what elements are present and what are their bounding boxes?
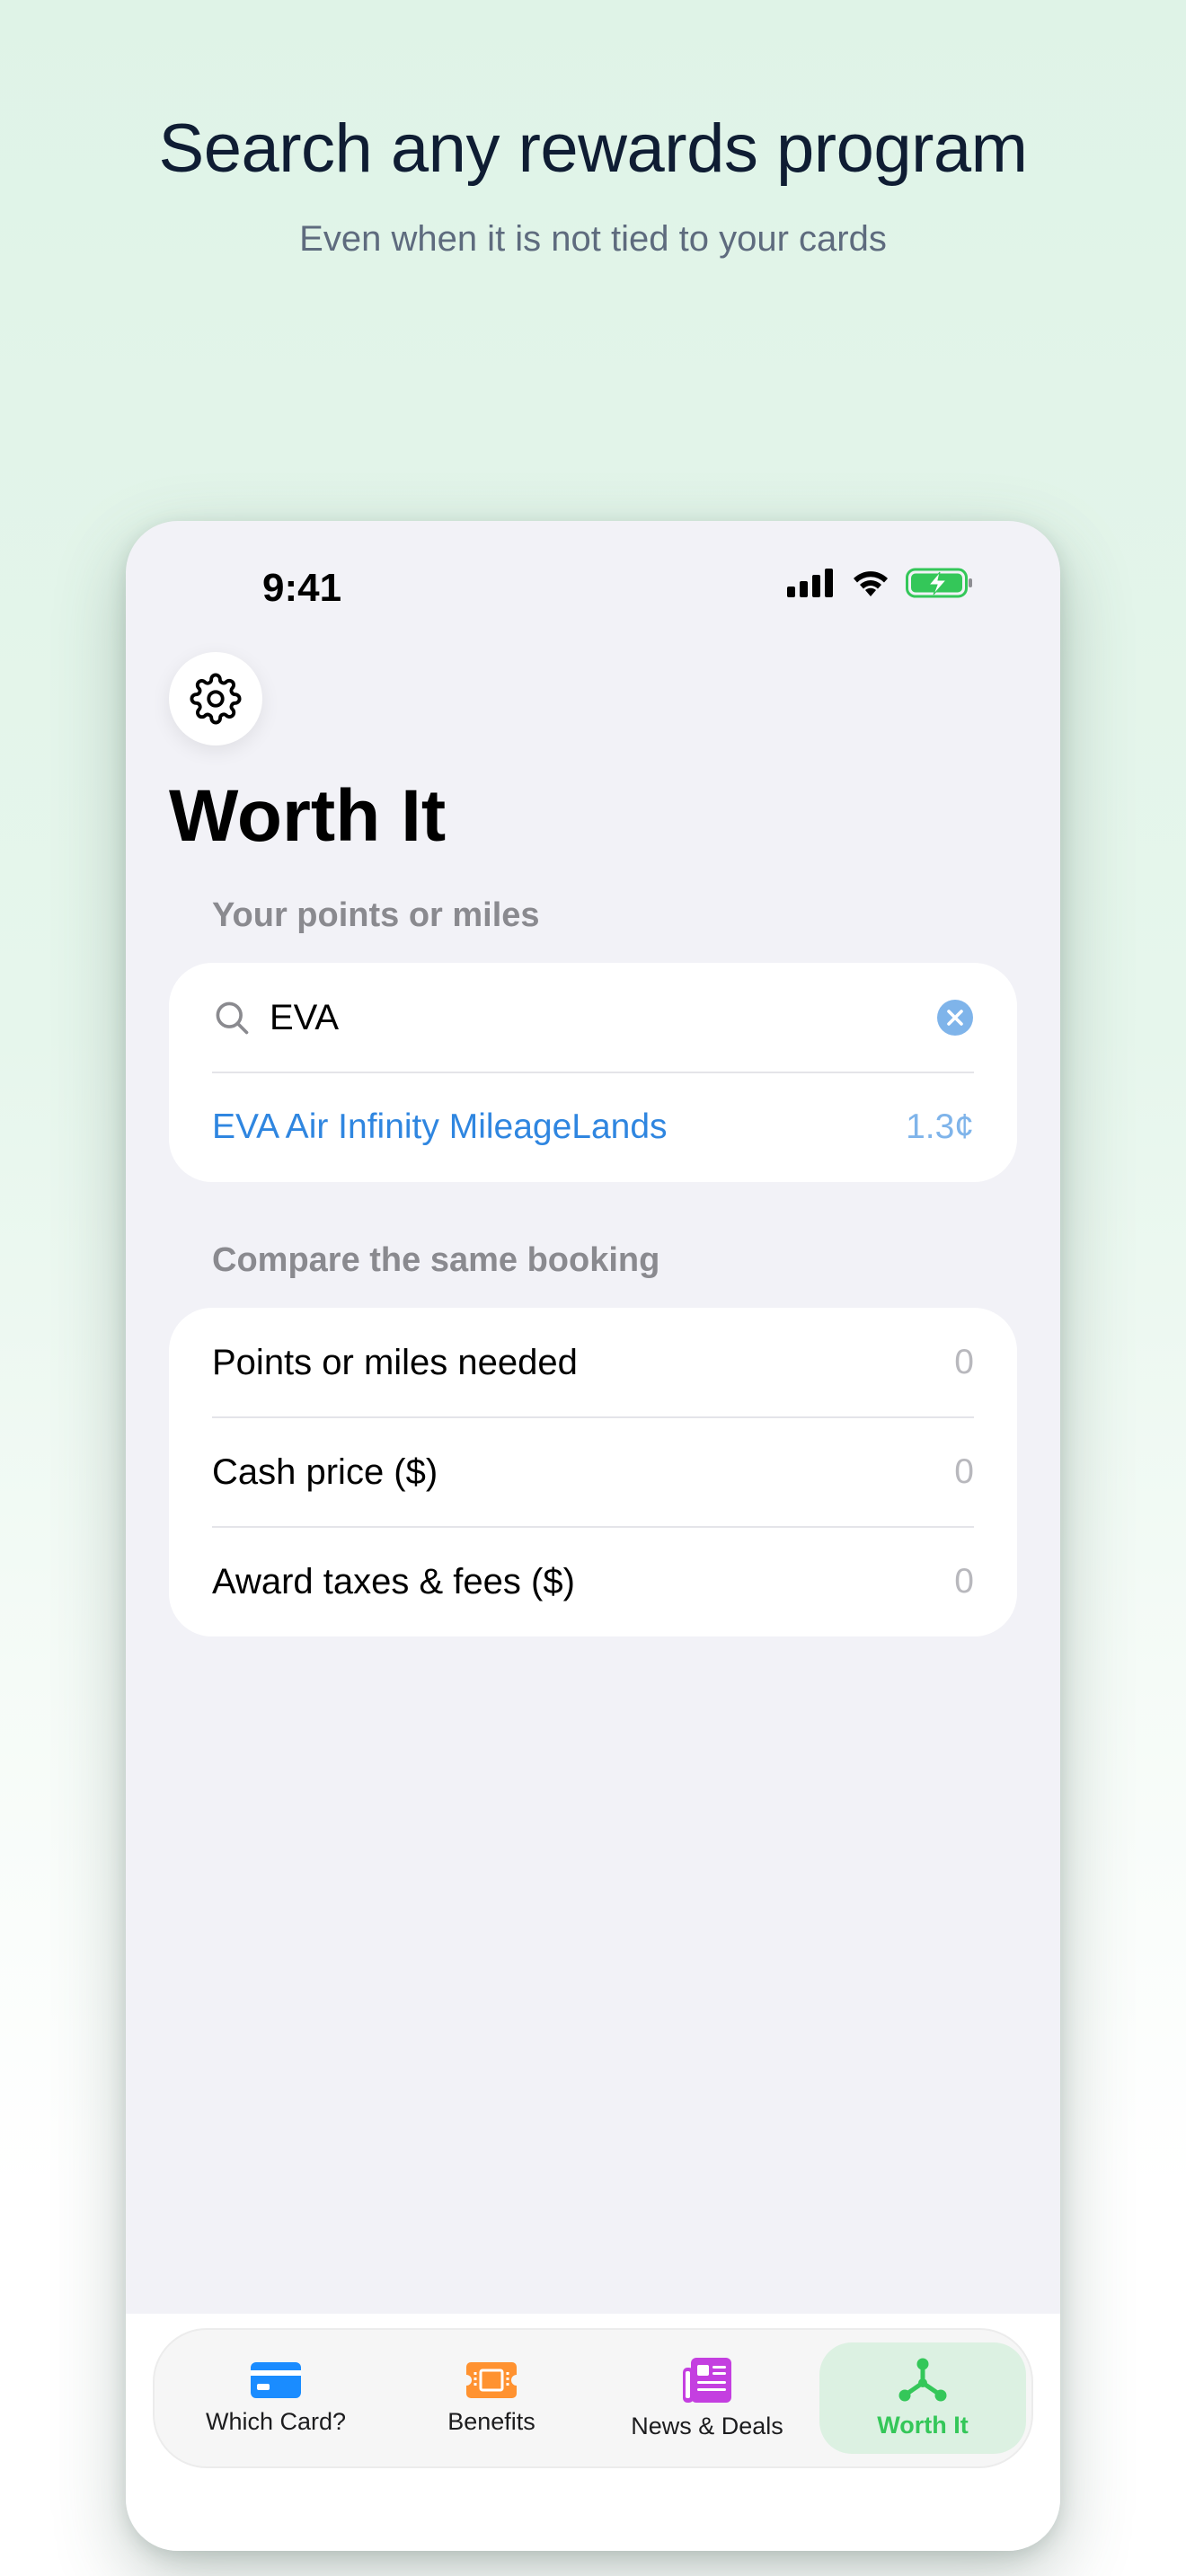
cash-price-label: Cash price ($) xyxy=(212,1451,438,1492)
hero-subtitle: Even when it is not tied to your cards xyxy=(299,219,887,259)
tab-benefits[interactable]: Benefits xyxy=(388,2342,595,2454)
tab-bar: Which Card? Benefits News & Deals Worth … xyxy=(153,2328,1033,2468)
points-needed-input[interactable]: 0 xyxy=(954,1343,974,1382)
search-icon xyxy=(216,1001,249,1035)
tab-news-deals[interactable]: News & Deals xyxy=(604,2342,810,2454)
result-program-name: EVA Air Infinity MileageLands xyxy=(212,1107,668,1146)
tab-label: Worth It xyxy=(877,2411,969,2439)
tab-label: Benefits xyxy=(447,2407,535,2435)
points-section-label: Your points or miles xyxy=(212,896,540,934)
cash-price-row[interactable]: Cash price ($) 0 xyxy=(212,1417,974,1527)
hero-title: Search any rewards program xyxy=(158,110,1028,187)
newspaper-icon xyxy=(683,2357,731,2403)
tab-worth-it[interactable]: Worth It xyxy=(819,2342,1026,2454)
award-taxes-label: Award taxes & fees ($) xyxy=(212,1561,575,1601)
tab-label: Which Card? xyxy=(205,2407,347,2435)
wifi-icon xyxy=(854,571,888,596)
points-search-card: EVA EVA Air Infinity MileageLands 1.3¢ xyxy=(169,963,1017,1182)
search-field[interactable]: EVA xyxy=(212,963,974,1072)
cash-price-input[interactable]: 0 xyxy=(954,1452,974,1492)
cellular-signal-icon xyxy=(787,569,833,597)
points-needed-label: Points or miles needed xyxy=(212,1342,578,1382)
search-input-value[interactable]: EVA xyxy=(270,998,339,1038)
award-taxes-row[interactable]: Award taxes & fees ($) 0 xyxy=(212,1527,974,1636)
credit-card-icon xyxy=(251,2361,301,2398)
status-icons xyxy=(787,568,974,598)
gear-icon xyxy=(190,673,242,725)
page-title: Worth It xyxy=(169,775,447,857)
ticket-icon xyxy=(466,2361,517,2398)
phone-screen: 9:41 Worth It Your points or miles EVA E… xyxy=(126,521,1060,2551)
tab-which-card[interactable]: Which Card? xyxy=(173,2342,379,2454)
battery-charging-icon xyxy=(906,568,972,598)
tab-bar-area: Which Card? Benefits News & Deals Worth … xyxy=(126,2314,1060,2551)
points-needed-row[interactable]: Points or miles needed 0 xyxy=(212,1308,974,1417)
tab-label: News & Deals xyxy=(631,2412,783,2439)
compare-card: Points or miles needed 0 Cash price ($) … xyxy=(169,1308,1017,1636)
compare-section-label: Compare the same booking xyxy=(212,1241,660,1279)
status-time: 9:41 xyxy=(262,566,342,610)
result-point-value: 1.3¢ xyxy=(906,1107,974,1146)
clear-icon[interactable] xyxy=(936,999,974,1037)
search-result-item[interactable]: EVA Air Infinity MileageLands 1.3¢ xyxy=(212,1072,974,1182)
network-icon xyxy=(898,2358,947,2401)
award-taxes-input[interactable]: 0 xyxy=(954,1562,974,1601)
settings-button[interactable] xyxy=(169,652,262,745)
